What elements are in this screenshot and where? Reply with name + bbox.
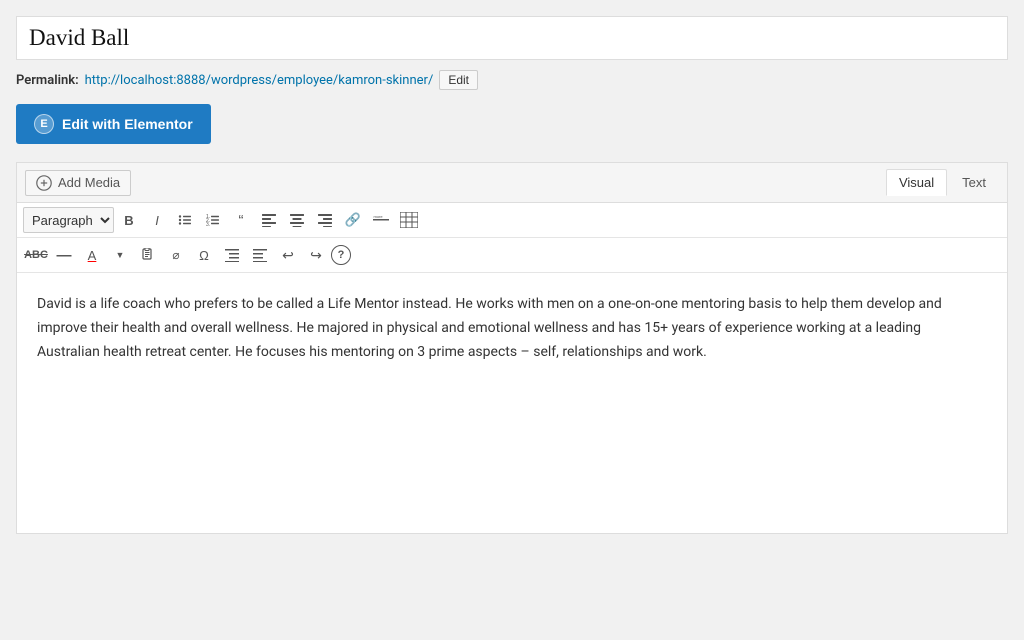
svg-text:more: more [374,214,384,219]
strikethrough-button[interactable]: ABC [23,242,49,268]
align-center-icon [290,213,304,227]
clear-formatting-button[interactable]: ⌀ [163,242,189,268]
elementor-button-label: Edit with Elementor [62,116,193,132]
ordered-list-icon: 1. 2. 3. [206,213,220,227]
table-icon [400,212,418,228]
toolbar-row-1: Paragraph Heading 1 Heading 2 Heading 3 … [17,203,1007,238]
color-dropdown-button[interactable]: ▼ [107,242,133,268]
svg-text:3.: 3. [206,222,210,227]
add-media-bar: Add Media Visual Text [17,163,1007,203]
editor-content-area[interactable]: David is a life coach who prefers to be … [17,273,1007,533]
ordered-list-button[interactable]: 1. 2. 3. [200,207,226,233]
unordered-list-icon [178,213,192,227]
italic-button[interactable]: I [144,207,170,233]
edit-with-elementor-button[interactable]: E Edit with Elementor [16,104,211,144]
permalink-label: Permalink: [16,73,79,88]
tab-visual[interactable]: Visual [886,169,947,196]
more-tag-icon: more [373,213,389,227]
tab-text[interactable]: Text [949,169,999,196]
editor-wrapper: Add Media Visual Text Paragraph Heading … [16,162,1008,534]
indent-button[interactable] [219,242,245,268]
outdent-button[interactable] [247,242,273,268]
align-right-icon [318,213,332,227]
redo-button[interactable]: ↪ [303,242,329,268]
text-color-button[interactable]: A [79,242,105,268]
editor-content-paragraph: David is a life coach who prefers to be … [37,293,987,364]
paragraph-select[interactable]: Paragraph Heading 1 Heading 2 Heading 3 … [23,207,114,233]
more-button[interactable]: more [368,207,394,233]
align-right-button[interactable] [312,207,338,233]
bold-button[interactable]: B [116,207,142,233]
outdent-icon [253,248,267,262]
horizontal-rule-button[interactable]: — [51,242,77,268]
toolbar-row-2: ABC — A ▼ ⌀ Ω [17,238,1007,273]
unordered-list-button[interactable] [172,207,198,233]
post-title-input[interactable] [16,16,1008,60]
add-media-button[interactable]: Add Media [25,170,131,196]
link-button[interactable]: 🔗 [340,207,366,233]
align-center-button[interactable] [284,207,310,233]
editor-container: Permalink: http://localhost:8888/wordpre… [16,16,1008,534]
blockquote-button[interactable]: “ [228,207,254,233]
align-left-icon [262,213,276,227]
paste-text-button[interactable] [135,242,161,268]
paste-text-icon [141,248,155,262]
undo-button[interactable]: ↩ [275,242,301,268]
indent-icon [225,248,239,262]
permalink-link[interactable]: http://localhost:8888/wordpress/employee… [85,73,434,88]
help-button[interactable]: ? [331,245,351,265]
elementor-icon: E [34,114,54,134]
add-media-label: Add Media [58,175,120,190]
table-button[interactable] [396,207,422,233]
permalink-row: Permalink: http://localhost:8888/wordpre… [16,70,1008,90]
permalink-edit-button[interactable]: Edit [439,70,478,90]
special-chars-button[interactable]: Ω [191,242,217,268]
editor-tabs: Visual Text [884,169,999,196]
align-left-button[interactable] [256,207,282,233]
add-media-icon [36,175,52,191]
